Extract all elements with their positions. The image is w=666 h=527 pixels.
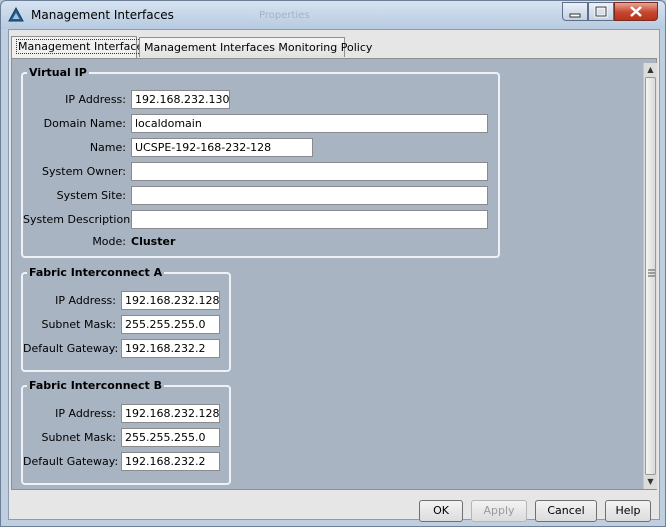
button-bar: OK Apply Cancel Help [9,490,659,522]
cancel-button[interactable]: Cancel [535,500,597,522]
tab-panel: Virtual IP IP Address: 192.168.232.130 D… [11,58,657,490]
group-title: Fabric Interconnect A [27,266,165,279]
maximize-icon [594,5,608,18]
fabric-b-default-gateway-field[interactable]: 192.168.232.2 [121,452,220,471]
group-title: Virtual IP [27,66,89,79]
default-gateway-label: Default Gateway: [23,455,119,468]
domain-name-field[interactable]: localdomain [131,114,488,133]
scroll-up-arrow-icon[interactable]: ▲ [644,63,657,77]
grip-icon [648,269,655,277]
ghost-window-title: Properties [259,10,310,21]
system-description-field[interactable] [131,210,488,229]
minimize-icon [569,13,581,18]
subnet-mask-label: Subnet Mask: [41,431,116,444]
group-title: Fabric Interconnect B [27,379,164,392]
mode-value: Cluster [131,235,176,248]
minimize-button[interactable] [562,2,588,21]
scroll-down-arrow-icon[interactable]: ▼ [644,475,657,489]
system-site-label: System Site: [56,189,126,202]
default-gateway-label: Default Gateway: [23,342,119,355]
ok-button[interactable]: OK [419,500,463,522]
fabric-a-ip-address-field[interactable]: 192.168.232.128 [121,291,220,310]
system-owner-field[interactable] [131,162,488,181]
scrollbar-thumb[interactable] [645,77,656,475]
fabric-a-subnet-mask-field[interactable]: 255.255.255.0 [121,315,220,334]
virtual-ip-address-field[interactable]: 192.168.232.130 [131,90,230,109]
system-owner-label: System Owner: [42,165,126,178]
triangle-app-icon [8,7,24,22]
dialog-window: Management Interfaces Properties Managem… [0,0,666,527]
fabric-b-subnet-mask-field[interactable]: 255.255.255.0 [121,428,220,447]
close-icon [630,6,642,17]
name-field[interactable]: UCSPE-192-168-232-128 [131,138,313,157]
system-description-label: System Description: [23,213,134,226]
fabric-b-ip-address-field[interactable]: 192.168.232.128 [121,404,220,423]
ip-address-label: IP Address: [55,407,116,420]
mode-label: Mode: [92,235,126,248]
tab-monitoring-policy[interactable]: Management Interfaces Monitoring Policy [139,37,372,57]
fabric-interconnect-b-group: Fabric Interconnect B IP Address: 192.16… [21,379,231,485]
domain-name-label: Domain Name: [43,117,126,130]
ip-address-label: IP Address: [65,93,126,106]
help-button[interactable]: Help [605,500,651,522]
vertical-scrollbar[interactable]: ▲ ▼ [643,63,657,489]
close-button[interactable] [614,2,658,21]
virtual-ip-group: Virtual IP IP Address: 192.168.232.130 D… [21,66,500,258]
system-site-field[interactable] [131,186,488,205]
maximize-button[interactable] [588,2,614,21]
tab-management-interfaces[interactable]: Management Interfaces [11,36,151,58]
apply-button[interactable]: Apply [471,500,527,522]
title-bar[interactable]: Management Interfaces Properties [1,1,665,29]
fabric-interconnect-a-group: Fabric Interconnect A IP Address: 192.16… [21,266,231,372]
tab-label: Management Interfaces Monitoring Policy [144,41,373,54]
ip-address-label: IP Address: [55,294,116,307]
name-label: Name: [89,141,126,154]
tab-label: Management Interfaces [16,39,151,54]
window-title: Management Interfaces [31,8,174,22]
dialog-body: Management Interfaces Management Interfa… [8,29,660,522]
fabric-a-default-gateway-field[interactable]: 192.168.232.2 [121,339,220,358]
subnet-mask-label: Subnet Mask: [41,318,116,331]
